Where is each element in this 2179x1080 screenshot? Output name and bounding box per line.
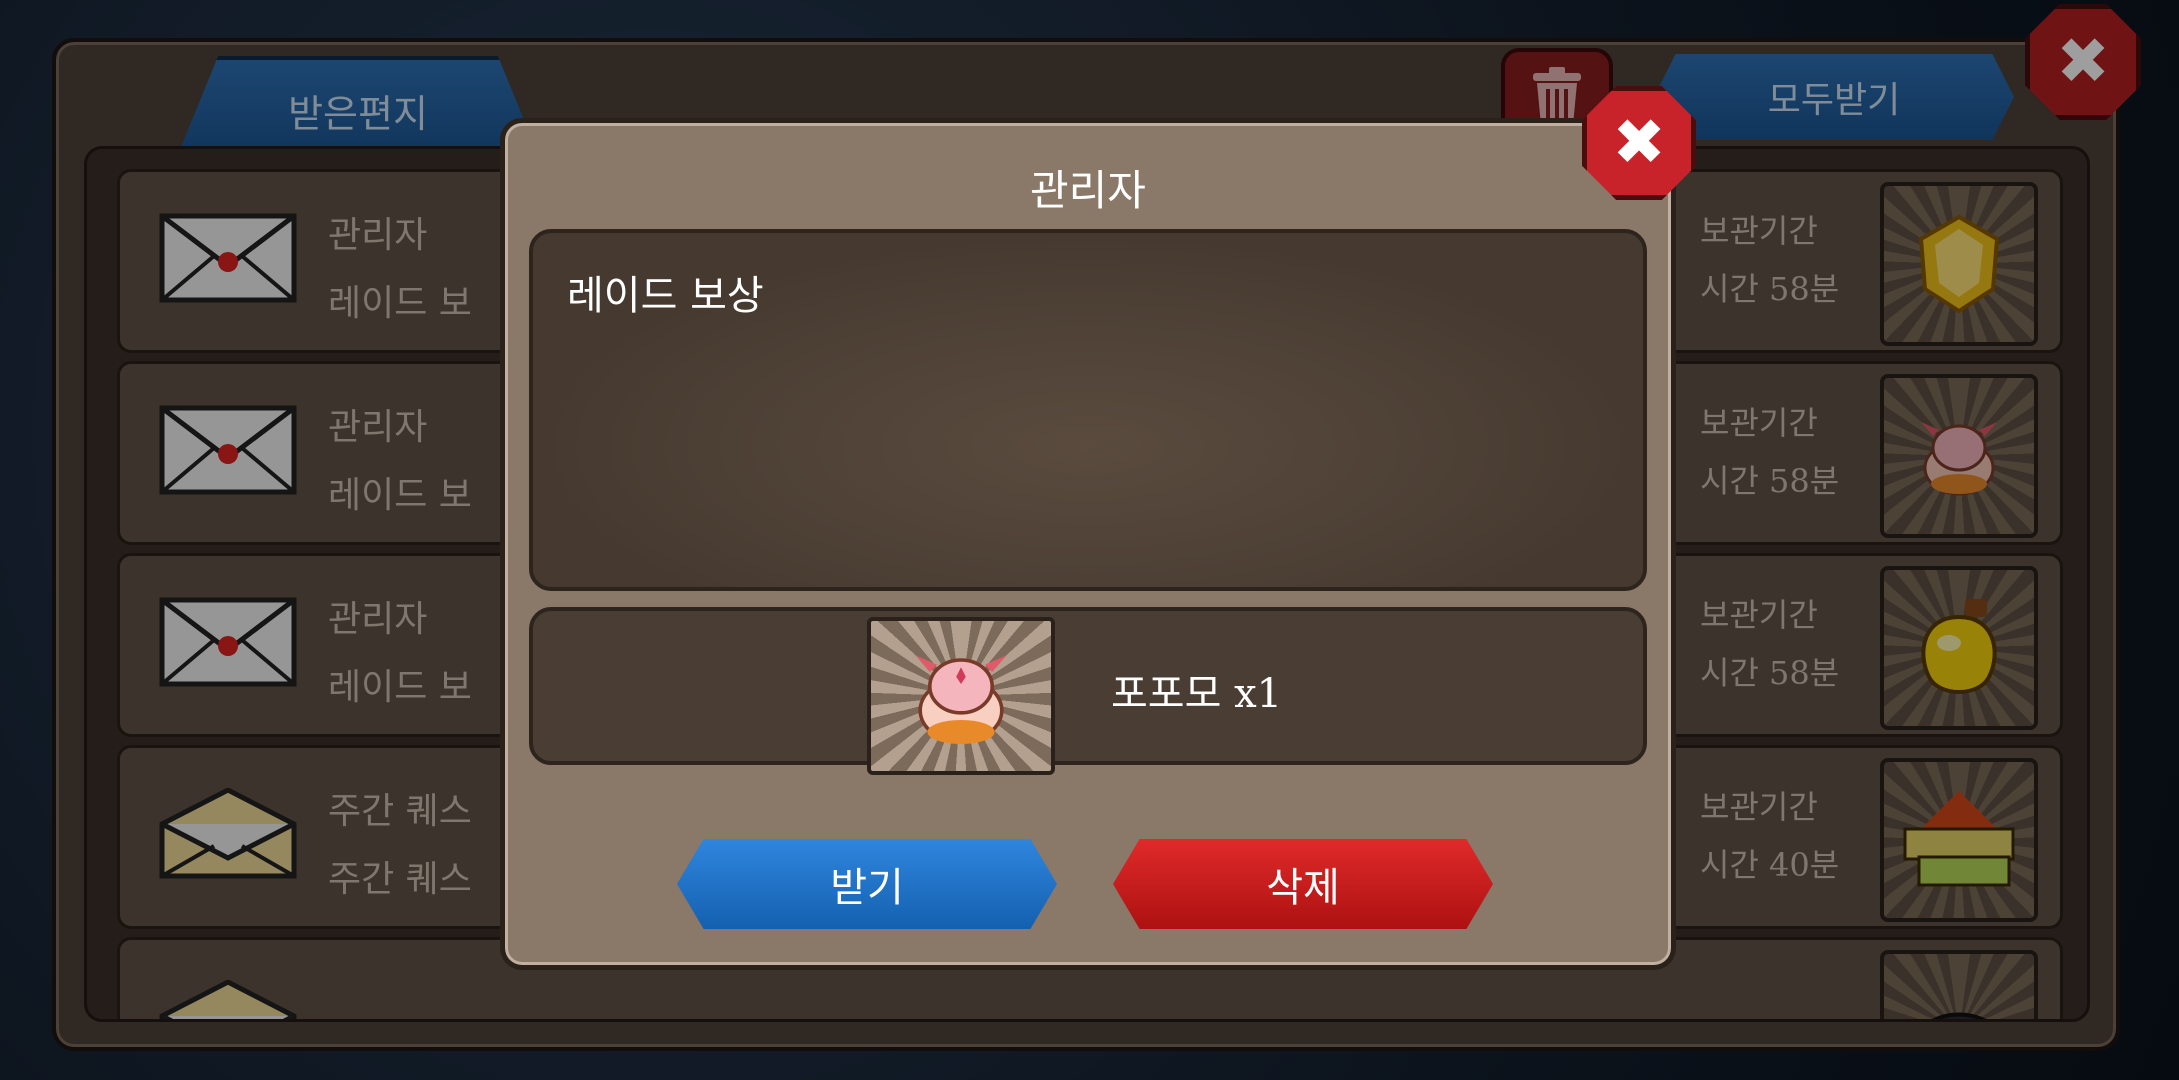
mail-detail-dialog: 관리자 레이드 보상 포포모 x1 받기 삭제 [500,118,1676,970]
reward-item-slot [867,617,1055,775]
delete-button[interactable]: 삭제 [1113,839,1493,929]
reward-name: 포포모 x1 [1111,671,1283,717]
close-icon: ✖ [1612,106,1666,180]
receive-label: 받기 [830,865,904,911]
message-text: 레이드 보상 [567,273,764,319]
receive-button[interactable]: 받기 [677,839,1057,929]
reward-box: 포포모 x1 [529,607,1647,775]
message-box: 레이드 보상 [529,229,1647,591]
delete-label: 삭제 [1266,865,1340,911]
popomo-pet-icon [915,655,1007,744]
dialog-title: 관리자 [1030,166,1146,215]
